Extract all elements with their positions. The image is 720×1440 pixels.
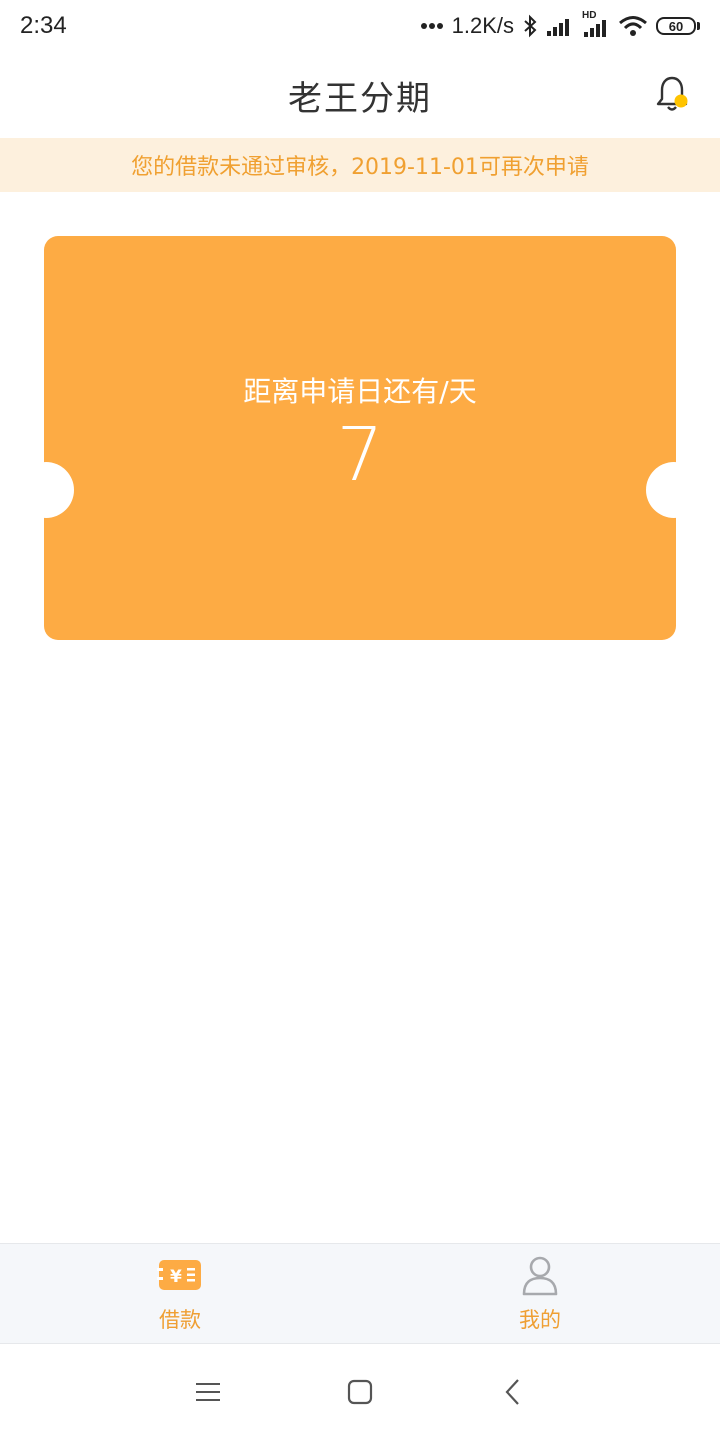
- app-header: 老王分期: [0, 52, 720, 138]
- notice-text: 您的借款未通过审核，2019-11-01可再次申请: [131, 155, 589, 180]
- countdown-days: 7: [336, 412, 384, 498]
- signal-hd-icon: HD: [582, 10, 610, 38]
- app-screen: 2:34 1.2K/s HD 60 老王分期 您的借款未通过审核，2019-11…: [0, 0, 720, 1440]
- svg-text:¥: ¥: [170, 1267, 182, 1287]
- status-time: 2:34: [20, 12, 67, 39]
- app-title: 老王分期: [288, 78, 432, 119]
- signal-icon: [547, 19, 569, 36]
- menu-icon[interactable]: [188, 1372, 228, 1412]
- bell-icon[interactable]: [654, 74, 690, 114]
- tab-mine-label: 我的: [519, 1307, 561, 1332]
- tab-loan-label: 借款: [159, 1307, 201, 1332]
- battery-icon: 60: [656, 17, 700, 35]
- system-nav-bar: [0, 1344, 720, 1440]
- countdown-label: 距离申请日还有/天: [243, 375, 477, 408]
- status-bar: 2:34 1.2K/s HD 60: [0, 0, 720, 52]
- countdown-card: 距离申请日还有/天 7: [44, 236, 676, 640]
- battery-level: 60: [656, 17, 696, 35]
- network-speed: 1.2K/s: [451, 13, 514, 38]
- bell-badge: [674, 94, 688, 108]
- loan-icon: ¥: [157, 1254, 203, 1296]
- notice-bar: 您的借款未通过审核，2019-11-01可再次申请: [0, 138, 720, 192]
- user-icon: [517, 1254, 563, 1296]
- dots-icon: [420, 23, 443, 29]
- home-icon[interactable]: [340, 1372, 380, 1412]
- wifi-icon: [619, 16, 647, 36]
- status-icons: 1.2K/s HD 60: [420, 10, 700, 39]
- back-icon[interactable]: [492, 1372, 532, 1412]
- tab-bar: ¥ 借款 我的: [0, 1243, 720, 1344]
- tab-mine[interactable]: 我的: [360, 1244, 720, 1343]
- tab-loan[interactable]: ¥ 借款: [0, 1244, 360, 1343]
- bluetooth-icon: [524, 14, 537, 38]
